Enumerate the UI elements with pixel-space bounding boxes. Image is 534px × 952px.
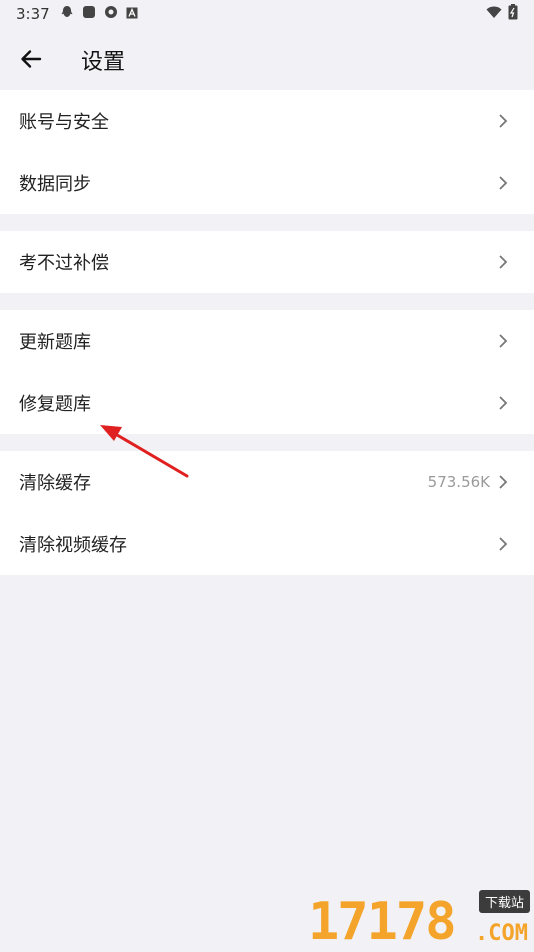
status-bar: 3:37: [0, 0, 534, 28]
app-notification-icon: [82, 5, 96, 23]
chevron-right-icon: [499, 176, 508, 190]
settings-item-clear-video-cache[interactable]: 清除视频缓存: [0, 513, 534, 575]
settings-item-account-security[interactable]: 账号与安全: [0, 90, 534, 152]
settings-item-clear-cache[interactable]: 清除缓存 573.56K: [0, 451, 534, 513]
app-bar: 设置: [0, 28, 534, 90]
chevron-right-icon: [499, 396, 508, 410]
battery-icon: [508, 4, 518, 24]
settings-item-label: 数据同步: [19, 174, 91, 195]
chevron-right-icon: [499, 475, 508, 489]
settings-item-label: 清除缓存: [19, 473, 91, 494]
settings-group-compensation: 考不过补偿: [0, 231, 534, 293]
chevron-right-icon: [499, 114, 508, 128]
settings-item-fail-compensation[interactable]: 考不过补偿: [0, 231, 534, 293]
settings-item-update-bank[interactable]: 更新题库: [0, 310, 534, 372]
settings-item-label: 修复题库: [19, 394, 91, 415]
a-notification-icon: [126, 5, 138, 23]
aperture-notification-icon: [104, 5, 118, 23]
qq-notification-icon: [60, 5, 74, 23]
settings-item-data-sync[interactable]: 数据同步: [0, 152, 534, 214]
site-watermark-logo: 17178 下载站 .COM: [306, 886, 534, 952]
settings-item-repair-bank[interactable]: 修复题库: [0, 372, 534, 434]
status-time: 3:37: [16, 5, 50, 23]
settings-item-label: 更新题库: [19, 332, 91, 353]
settings-item-label: 清除视频缓存: [19, 535, 127, 556]
chevron-right-icon: [499, 255, 508, 269]
settings-group-account: 账号与安全 数据同步: [0, 90, 534, 214]
watermark-suffix: .COM: [475, 921, 528, 946]
watermark-tag: 下载站: [478, 890, 530, 913]
wifi-icon: [486, 5, 502, 23]
chevron-right-icon: [499, 537, 508, 551]
watermark-number: 17178: [308, 892, 457, 952]
back-arrow-icon[interactable]: [20, 48, 42, 70]
page-title: 设置: [81, 50, 126, 75]
settings-item-label: 账号与安全: [19, 112, 109, 133]
settings-group-cache: 清除缓存 573.56K 清除视频缓存: [0, 451, 534, 575]
settings-item-label: 考不过补偿: [19, 253, 109, 274]
settings-group-question-bank: 更新题库 修复题库: [0, 310, 534, 434]
cache-size-value: 573.56K: [427, 473, 490, 491]
chevron-right-icon: [499, 334, 508, 348]
